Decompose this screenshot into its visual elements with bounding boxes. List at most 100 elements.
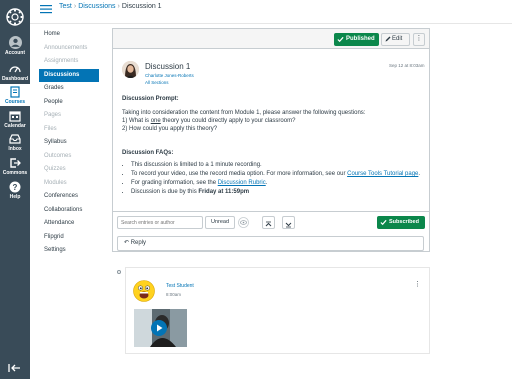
discussion-entry: Test Student 8:00am ⋮ (125, 267, 430, 354)
top-bar: Test › Discussions › Discussion 1 (30, 0, 512, 24)
svg-text:?: ? (13, 183, 18, 192)
search-entries-input[interactable] (117, 216, 203, 229)
breadcrumb-course-link[interactable]: Test (59, 3, 72, 10)
discussion-body: Discussion Prompt: Taking into considera… (122, 95, 422, 197)
reply-arrow-icon: ↶ (124, 240, 131, 246)
course-nav-settings[interactable]: Settings (39, 244, 99, 257)
topic-header-bar: Published Edit ⋮ (113, 29, 429, 49)
expand-replies-button[interactable] (282, 216, 295, 229)
prompt-line: Taking into consideration the content fr… (122, 110, 366, 116)
entry-author-link[interactable]: Test Student (166, 283, 194, 289)
author-link[interactable]: Charlotte Jones-Roberts (145, 73, 194, 78)
course-nav-pages[interactable]: Pages (39, 109, 99, 122)
course-nav-grades[interactable]: Grades (39, 82, 99, 95)
faq-list: This discussion is limited to a 1 minute… (122, 161, 422, 197)
course-nav-conferences[interactable]: Conferences (39, 190, 99, 203)
courses-icon (10, 86, 20, 98)
check-icon (337, 36, 344, 43)
author-photo-icon (122, 61, 139, 78)
global-nav-label: Inbox (8, 146, 22, 152)
collapse-replies-icon (265, 221, 272, 227)
topic-options-button[interactable]: ⋮ (413, 33, 425, 46)
faq-item: For grading information, see the Discuss… (131, 179, 422, 188)
inbox-icon (9, 134, 21, 144)
hamburger-menu-icon[interactable] (40, 4, 52, 14)
faq-item: To record your video, use the record med… (131, 170, 422, 179)
account-icon (8, 36, 22, 49)
course-nav-attendance[interactable]: Attendance (39, 217, 99, 230)
breadcrumb: Test › Discussions › Discussion 1 (59, 2, 162, 11)
unread-indicator-icon (117, 270, 121, 274)
subscribed-label: Subscribed (389, 219, 419, 225)
global-nav-label: Account (5, 50, 25, 56)
course-nav-home[interactable]: Home (39, 28, 99, 41)
entry-time: 8:00am (166, 292, 182, 297)
global-nav-label: Help (9, 194, 21, 200)
global-nav-label: Courses (4, 99, 25, 105)
video-thumbnail[interactable] (134, 309, 187, 347)
global-nav: Account Dashboard Courses Calendar Inbox… (0, 0, 30, 379)
course-nav-syllabus[interactable]: Syllabus (39, 136, 99, 149)
course-nav-collaborations[interactable]: Collaborations (39, 204, 99, 217)
breadcrumb-current: Discussion 1 (121, 3, 162, 10)
edit-label: Edit (392, 36, 403, 42)
course-nav-files[interactable]: Files (39, 123, 99, 136)
calendar-icon (9, 111, 21, 122)
course-nav-assignments[interactable]: Assignments (39, 55, 99, 68)
breadcrumb-discussions-link[interactable]: Discussions (78, 3, 115, 10)
global-nav-account[interactable]: Account (0, 36, 30, 57)
discussion-rubric-link[interactable]: Discussion Rubric (218, 180, 266, 186)
global-nav-help[interactable]: ? Help (0, 181, 30, 201)
global-nav-calendar[interactable]: Calendar (0, 110, 30, 130)
subscribed-button[interactable]: Subscribed (377, 216, 425, 229)
student-avatar-icon[interactable] (133, 280, 155, 302)
entry-options-button[interactable]: ⋮ (414, 280, 421, 288)
course-nav-outcomes[interactable]: Outcomes (39, 150, 99, 163)
faq-item: Discussion is due by this Friday at 11:5… (131, 188, 422, 197)
published-button[interactable]: Published (334, 33, 379, 46)
discussion-title: Discussion 1 (145, 62, 191, 71)
global-nav-courses[interactable]: Courses (0, 84, 30, 106)
dashboard-icon (9, 66, 21, 73)
global-nav-label: Commons (2, 170, 28, 176)
edit-button[interactable]: Edit (381, 33, 410, 46)
course-nav-announcements[interactable]: Announcements (39, 42, 99, 55)
collapse-nav-icon[interactable] (8, 363, 22, 373)
course-nav-discussions[interactable]: Discussions (39, 68, 99, 82)
collapse-replies-button[interactable] (262, 216, 275, 229)
faq-item: This discussion is limited to a 1 minute… (131, 161, 422, 170)
prompt-heading: Discussion Prompt: (122, 96, 179, 102)
course-nav-quizzes[interactable]: Quizzes (39, 163, 99, 176)
check-icon (380, 219, 387, 226)
published-label: Published (346, 36, 375, 42)
prompt-line: 2) How could you apply this theory? (122, 126, 218, 132)
global-nav-label: Calendar (4, 123, 26, 129)
unread-filter-button[interactable]: Unread (205, 216, 235, 229)
global-nav-commons[interactable]: Commons (0, 157, 30, 177)
course-nav-flipgrid[interactable]: Flipgrid (39, 231, 99, 244)
breadcrumb-separator: › (117, 3, 120, 10)
eye-icon[interactable] (238, 217, 249, 228)
discussion-topic: Published Edit ⋮ Discussion 1 Charlotte … (112, 28, 430, 252)
reply-label: Reply (130, 240, 147, 246)
canvas-logo-icon[interactable] (5, 7, 25, 27)
faq-heading: Discussion FAQs: (122, 150, 174, 156)
play-icon[interactable] (151, 320, 167, 336)
expand-replies-icon (285, 222, 292, 228)
course-nav-people[interactable]: People (39, 96, 99, 109)
breadcrumb-separator: › (73, 3, 77, 10)
global-nav-inbox[interactable]: Inbox (0, 133, 30, 153)
sections-link[interactable]: All Sections (145, 80, 169, 85)
course-tools-tutorial-link[interactable]: Course Tools Tutorial page (347, 171, 418, 177)
discussion-toolbar: Unread Subscribed (113, 211, 429, 231)
commons-icon (10, 158, 21, 168)
pencil-icon (385, 36, 391, 42)
post-date: Sep 12 at 8:03am (389, 63, 425, 68)
help-icon: ? (9, 181, 21, 193)
author-avatar[interactable] (122, 61, 139, 78)
global-nav-label: Dashboard (1, 76, 29, 82)
global-nav-dashboard[interactable]: Dashboard (0, 63, 30, 83)
prompt-line: 1) What is one theory you could directly… (122, 118, 296, 124)
reply-button[interactable]: ↶ Reply (117, 236, 424, 251)
course-nav-modules[interactable]: Modules (39, 177, 99, 190)
